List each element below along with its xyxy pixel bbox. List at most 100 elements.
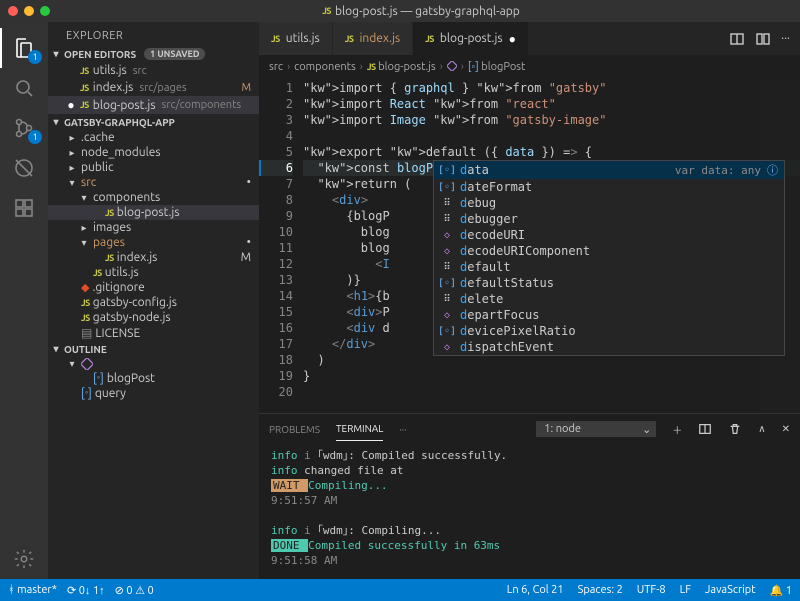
tree-label: blog-post.js: [117, 206, 180, 219]
chevron-icon: ▸: [66, 147, 78, 159]
tree-folder[interactable]: ▾src •: [48, 175, 259, 190]
tree-folder[interactable]: ▸public: [48, 160, 259, 175]
suggestion-label: debug: [460, 196, 496, 210]
git-icon: ◆: [81, 281, 89, 294]
breadcrumb-item[interactable]: src: [269, 61, 283, 73]
suggestion-item[interactable]: [◦] defaultStatus: [434, 275, 784, 291]
suggestion-label: data: [460, 163, 489, 177]
zoom-window[interactable]: [40, 6, 50, 16]
activity-extensions[interactable]: [0, 188, 48, 228]
open-editor-item[interactable]: JS utils.js src: [48, 62, 259, 79]
breadcrumb-item[interactable]: [◦] blogPost: [468, 61, 525, 73]
outline-item[interactable]: [◦]query: [48, 386, 259, 401]
split-terminal-icon[interactable]: [698, 422, 712, 436]
split-editor-icon[interactable]: [729, 31, 745, 47]
tree-file[interactable]: JSgatsby-node.js: [48, 310, 259, 325]
suggestion-item[interactable]: ⠿ debugger: [434, 211, 784, 227]
tree-file[interactable]: JSutils.js: [48, 265, 259, 280]
tree-folder[interactable]: ▾pages •: [48, 235, 259, 250]
suggestion-label: dispatchEvent: [460, 340, 554, 354]
intellisense-popup[interactable]: [◦] data var data: any ⓘ[◦] dateFormat ⠿…: [433, 160, 785, 356]
status-cursor[interactable]: Ln 6, Col 21: [507, 584, 564, 596]
outline-item[interactable]: ▾: [48, 357, 259, 371]
suggestion-kw-icon: ⠿: [440, 196, 454, 210]
outline-item[interactable]: [◦]blogPost: [48, 371, 259, 386]
breadcrumb-item[interactable]: JS blog-post.js: [367, 61, 436, 73]
sidebar: EXPLORER ▾ OPEN EDITORS 1 UNSAVED JS uti…: [48, 22, 259, 579]
terminal-select[interactable]: 1: node: [536, 421, 656, 437]
tree-file[interactable]: ▤LICENSE: [48, 325, 259, 341]
suggestion-kw-icon: ⠿: [440, 260, 454, 274]
suggestion-var-icon: [◦]: [440, 276, 454, 290]
editor-tab[interactable]: JS index.js: [333, 22, 413, 55]
minimize-window[interactable]: [24, 6, 34, 16]
panel-tab-terminal[interactable]: TERMINAL: [336, 417, 383, 441]
panel-tab-problems[interactable]: PROBLEMS: [269, 418, 320, 441]
title-bar: JS blog-post.js — gatsby-graphql-app: [0, 0, 800, 22]
tree-folder[interactable]: ▾components: [48, 190, 259, 205]
suggestion-fn-icon: ◇: [440, 228, 454, 242]
tree-file[interactable]: ◆.gitignore: [48, 280, 259, 295]
suggestion-item[interactable]: ◇ departFocus: [434, 307, 784, 323]
open-editors-header[interactable]: ▾ OPEN EDITORS 1 UNSAVED: [48, 46, 259, 62]
close-window[interactable]: [8, 6, 18, 16]
editor-tab[interactable]: JS utils.js: [259, 22, 333, 55]
suggestion-hint: var data: any: [675, 164, 761, 177]
status-branch[interactable]: ᚼ master*: [8, 584, 57, 596]
status-sync[interactable]: ⟳ 0↓ 1↑: [67, 584, 105, 597]
breadcrumb-item[interactable]: [447, 61, 457, 74]
suggestion-item[interactable]: ◇ dispatchEvent: [434, 339, 784, 355]
suggestion-item[interactable]: [◦] devicePixelRatio: [434, 323, 784, 339]
tree-file[interactable]: JSindex.js M: [48, 250, 259, 265]
suggestion-item[interactable]: [◦] data var data: any ⓘ: [434, 161, 784, 179]
status-errors[interactable]: ⊘ 0 ⚠ 0: [115, 584, 154, 597]
status-notifications[interactable]: 🔔 1: [770, 584, 792, 597]
tree-label: src: [81, 176, 96, 189]
info-icon[interactable]: ⓘ: [767, 162, 778, 178]
open-editor-item[interactable]: ● JS blog-post.js src/components: [48, 96, 259, 114]
file-name: index.js: [93, 81, 134, 94]
new-terminal-icon[interactable]: ＋: [672, 422, 682, 437]
suggestion-item[interactable]: ⠿ debug: [434, 195, 784, 211]
file-tree: ▸.cache ▸node_modules ▸public ▾src •▾com…: [48, 130, 259, 341]
outline-header[interactable]: ▾ OUTLINE: [48, 341, 259, 357]
editor-tab[interactable]: JS blog-post.js ●: [413, 22, 529, 55]
code-editor[interactable]: 1234567891011121314151617181920 "kw">imp…: [259, 78, 800, 413]
open-editor-item[interactable]: JS index.js src/pages M: [48, 79, 259, 96]
tree-file[interactable]: JSgatsby-config.js: [48, 295, 259, 310]
compare-icon[interactable]: [755, 31, 771, 47]
tab-label: blog-post.js: [440, 32, 503, 45]
tree-label: images: [93, 221, 131, 234]
maximize-panel-icon[interactable]: ∧: [758, 423, 765, 435]
project-header[interactable]: ▾ GATSBY-GRAPHQL-APP: [48, 114, 259, 130]
tree-folder[interactable]: ▸images: [48, 220, 259, 235]
chevron-icon: ▾: [78, 237, 90, 249]
close-panel-icon[interactable]: ✕: [782, 423, 790, 435]
suggestion-item[interactable]: ◇ decodeURIComponent: [434, 243, 784, 259]
suggestion-item[interactable]: ⠿ delete: [434, 291, 784, 307]
tree-file[interactable]: JSblog-post.js: [48, 205, 259, 220]
suggestion-var-icon: [◦]: [440, 163, 454, 177]
terminal-output[interactable]: info i ｢wdm｣: Compiled successfully.info…: [259, 444, 800, 579]
tree-folder[interactable]: ▸node_modules: [48, 145, 259, 160]
status-encoding[interactable]: UTF-8: [637, 584, 666, 596]
suggestion-item[interactable]: ◇ decodeURI: [434, 227, 784, 243]
more-actions-icon[interactable]: ···: [781, 32, 790, 45]
activity-search[interactable]: [0, 68, 48, 108]
suggestion-item[interactable]: [◦] dateFormat: [434, 179, 784, 195]
status-language[interactable]: JavaScript: [705, 584, 756, 596]
activity-debug[interactable]: [0, 148, 48, 188]
outline-label: blogPost: [107, 372, 155, 385]
breadcrumb-item[interactable]: components: [294, 61, 356, 73]
activity-explorer[interactable]: 1: [0, 28, 48, 68]
status-eol[interactable]: LF: [680, 584, 691, 596]
breadcrumbs[interactable]: src›components›JS blog-post.js› ›[◦] blo…: [259, 56, 800, 78]
activity-bar: 1 1: [0, 22, 48, 579]
kill-terminal-icon[interactable]: [728, 422, 742, 436]
panel-tab-more[interactable]: ···: [399, 418, 406, 441]
activity-settings[interactable]: [0, 539, 48, 579]
tree-folder[interactable]: ▸.cache: [48, 130, 259, 145]
status-spaces[interactable]: Spaces: 2: [578, 584, 623, 596]
activity-scm[interactable]: 1: [0, 108, 48, 148]
suggestion-item[interactable]: ⠿ default: [434, 259, 784, 275]
